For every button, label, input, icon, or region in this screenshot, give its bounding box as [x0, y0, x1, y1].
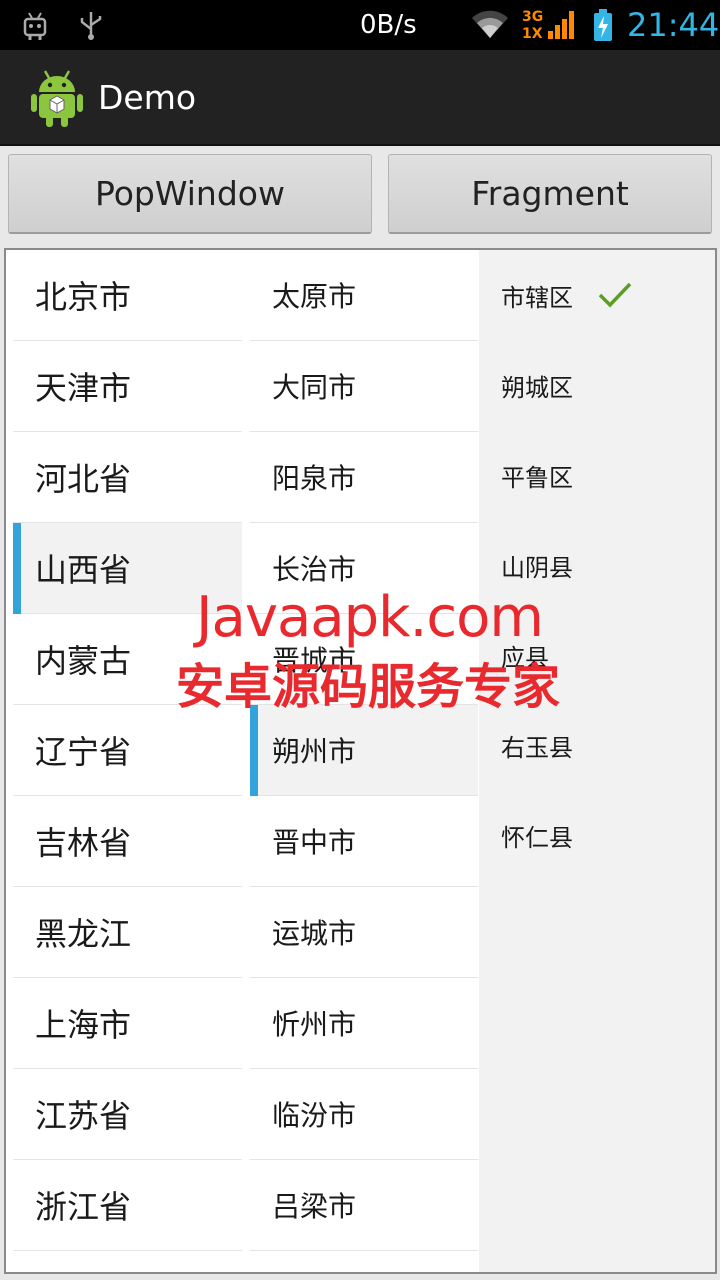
city-item[interactable]: 忻州市 [250, 978, 478, 1069]
city-item[interactable]: 运城市 [250, 887, 478, 978]
province-item[interactable]: 黑龙江 [13, 887, 242, 978]
app-title: Demo [98, 78, 197, 117]
province-item-selected[interactable]: 山西省 [13, 523, 242, 614]
status-left-icons [20, 9, 106, 41]
province-item[interactable]: 北京市 [13, 250, 242, 341]
province-label: 江苏省 [35, 1097, 132, 1135]
city-label: 阳泉市 [272, 462, 357, 495]
checkmark-icon [598, 282, 632, 308]
province-item[interactable]: 河北省 [13, 432, 242, 523]
city-label: 忻州市 [272, 1008, 357, 1041]
city-label: 太原市 [272, 280, 357, 313]
city-item[interactable]: 晋城市 [250, 614, 478, 705]
province-label: 山西省 [35, 551, 132, 589]
district-list[interactable]: 市辖区 朔城区 平鲁区 山阴县 应县 右玉县 怀仁县 [479, 250, 715, 1272]
province-label: 天津市 [35, 369, 132, 407]
action-bar: Demo [0, 50, 720, 146]
province-list[interactable]: 北京市 天津市 河北省 山西省 内蒙古 辽宁省 吉林省 黑龙江 上海市 江苏省 … [6, 250, 242, 1272]
district-label: 右玉县 [501, 733, 573, 762]
city-label: 吕梁市 [272, 1190, 357, 1223]
district-item[interactable]: 平鲁区 [479, 430, 715, 520]
popwindow-button[interactable]: PopWindow [8, 154, 372, 234]
wifi-icon [472, 10, 508, 38]
province-label: 上海市 [35, 1006, 132, 1044]
region-picker-panel: 北京市 天津市 河北省 山西省 内蒙古 辽宁省 吉林省 黑龙江 上海市 江苏省 … [4, 248, 717, 1274]
clock: 21:44 [627, 6, 720, 44]
city-item[interactable]: 长治市 [250, 523, 478, 614]
city-item-selected[interactable]: 朔州市 [250, 705, 478, 796]
district-item-selected[interactable]: 市辖区 [479, 250, 715, 340]
city-item[interactable]: 临汾市 [250, 1069, 478, 1160]
city-label: 长治市 [272, 553, 357, 586]
province-item[interactable]: 吉林省 [13, 796, 242, 887]
battery-charging-icon [594, 9, 612, 41]
province-label: 吉林省 [35, 824, 132, 862]
city-label: 运城市 [272, 917, 357, 950]
fragment-button[interactable]: Fragment [388, 154, 712, 234]
province-item[interactable]: 天津市 [13, 341, 242, 432]
district-label: 平鲁区 [501, 463, 573, 492]
province-label: 浙江省 [35, 1188, 132, 1226]
district-label: 山阴县 [501, 553, 573, 582]
city-list[interactable]: 太原市 大同市 阳泉市 长治市 晋城市 朔州市 晋中市 运城市 忻州市 临汾市 … [250, 250, 478, 1272]
province-label: 辽宁省 [35, 733, 132, 771]
selection-indicator [13, 523, 21, 614]
city-item[interactable]: 太原市 [250, 250, 478, 341]
signal-icon: 3G 1X [522, 9, 574, 42]
city-item[interactable]: 吕梁市 [250, 1160, 478, 1251]
net-speed: 0B/s [360, 10, 417, 40]
city-label: 大同市 [272, 371, 357, 404]
province-item[interactable]: 浙江省 [13, 1160, 242, 1251]
city-label: 朔州市 [272, 735, 357, 768]
district-item[interactable]: 朔城区 [479, 340, 715, 430]
city-item[interactable]: 阳泉市 [250, 432, 478, 523]
city-item[interactable]: 晋中市 [250, 796, 478, 887]
network-type-label: 3G [522, 9, 543, 25]
city-item[interactable]: 大同市 [250, 341, 478, 432]
province-label: 黑龙江 [35, 915, 132, 953]
status-bar: 0B/s 3G 1X 21:44 [0, 0, 720, 50]
district-label: 应县 [501, 643, 549, 672]
android-app-icon[interactable] [30, 68, 84, 128]
province-label: 河北省 [35, 460, 132, 498]
district-label: 市辖区 [501, 283, 573, 312]
usb-icon [80, 12, 102, 40]
city-label: 晋城市 [272, 644, 357, 677]
province-label: 内蒙古 [35, 642, 132, 680]
district-label: 朔城区 [501, 373, 573, 402]
province-item[interactable]: 江苏省 [13, 1069, 242, 1160]
district-item[interactable]: 右玉县 [479, 700, 715, 790]
district-item[interactable]: 怀仁县 [479, 790, 715, 880]
city-label: 临汾市 [272, 1099, 357, 1132]
province-label: 北京市 [35, 278, 132, 316]
selection-indicator [250, 705, 258, 796]
province-item[interactable]: 上海市 [13, 978, 242, 1069]
province-item[interactable]: 辽宁省 [13, 705, 242, 796]
network-type-label-2: 1X [522, 26, 543, 42]
android-debug-icon [23, 12, 47, 40]
district-item[interactable]: 应县 [479, 610, 715, 700]
district-label: 怀仁县 [501, 823, 573, 852]
city-label: 晋中市 [272, 826, 357, 859]
district-item[interactable]: 山阴县 [479, 520, 715, 610]
province-item[interactable]: 内蒙古 [13, 614, 242, 705]
